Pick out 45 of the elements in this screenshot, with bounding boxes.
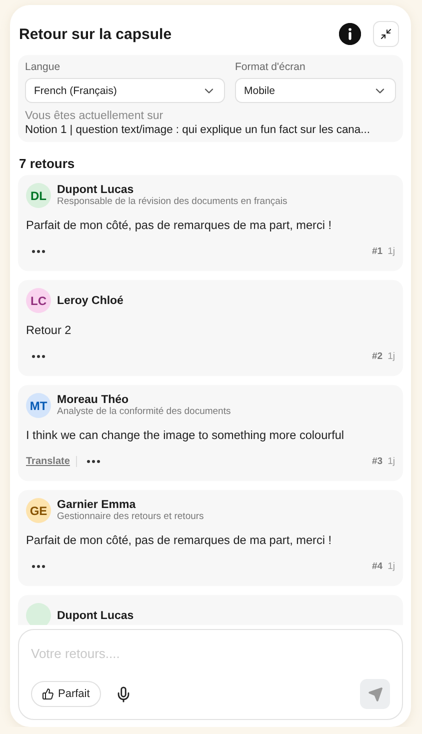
avatar: DL <box>26 183 51 208</box>
author-role: Analyste de la conformité des documents <box>57 406 231 417</box>
format-label: Format d'écran <box>235 61 306 73</box>
comment-number: #2 <box>372 350 383 362</box>
more-icon <box>32 564 45 568</box>
location-label: Vous êtes actuellement sur <box>25 110 164 122</box>
send-icon <box>368 686 382 702</box>
comment-age: 1j <box>388 246 395 256</box>
feedback-count: 7 retours <box>19 156 76 171</box>
avatar: MT <box>26 393 51 418</box>
language-select[interactable]: French (Français) <box>25 78 225 103</box>
send-button[interactable] <box>360 679 390 709</box>
author-name: Moreau Théo <box>57 394 130 406</box>
quick-reply-button[interactable]: Parfait <box>31 681 101 707</box>
minimize-icon <box>380 28 392 40</box>
author-name: Dupont Lucas <box>57 610 134 622</box>
language-label: Langue <box>25 61 62 73</box>
more-icon <box>32 250 45 252</box>
comment-text: I think we can change the image to something more colourful <box>26 428 346 442</box>
format-select[interactable]: Mobile <box>235 78 396 103</box>
comment-number: #1 <box>372 246 383 256</box>
comment-number: #3 <box>372 456 383 466</box>
comment-text: Parfait de mon côté, pas de remarques de ma part, merci ! <box>26 533 333 547</box>
more-icon <box>86 460 100 462</box>
info-icon <box>339 23 361 45</box>
minimize-button[interactable] <box>373 21 399 47</box>
comment-age: 1j <box>388 560 395 572</box>
thumbs-up-icon <box>42 688 54 700</box>
info-button[interactable] <box>339 23 361 45</box>
author-role: Responsable de la révision des documents en français <box>57 196 288 207</box>
author-name: Leroy Chloé <box>57 294 124 306</box>
avatar: GE <box>26 498 51 523</box>
avatar: LC <box>26 288 51 313</box>
author-name: Garnier Emma <box>57 499 137 511</box>
author-name: Dupont Lucas <box>57 184 135 196</box>
comment-text: Parfait de mon côté, pas de remarques de ma part, merci ! <box>26 218 333 232</box>
panel-title: Retour sur la capsule <box>19 26 173 42</box>
author-role: Gestionnaire des retours et retours <box>57 511 204 522</box>
comment-number: #4 <box>372 560 383 572</box>
comment-text: Retour 2 <box>26 323 72 337</box>
comment-age: 1j <box>388 350 395 362</box>
location-text: Notion 1 | question text/image : qui explique un fun fact sur les cana... <box>25 124 371 136</box>
comment-age: 1j <box>388 456 395 466</box>
translate-link[interactable]: Translate <box>26 456 77 466</box>
more-icon <box>32 354 45 358</box>
